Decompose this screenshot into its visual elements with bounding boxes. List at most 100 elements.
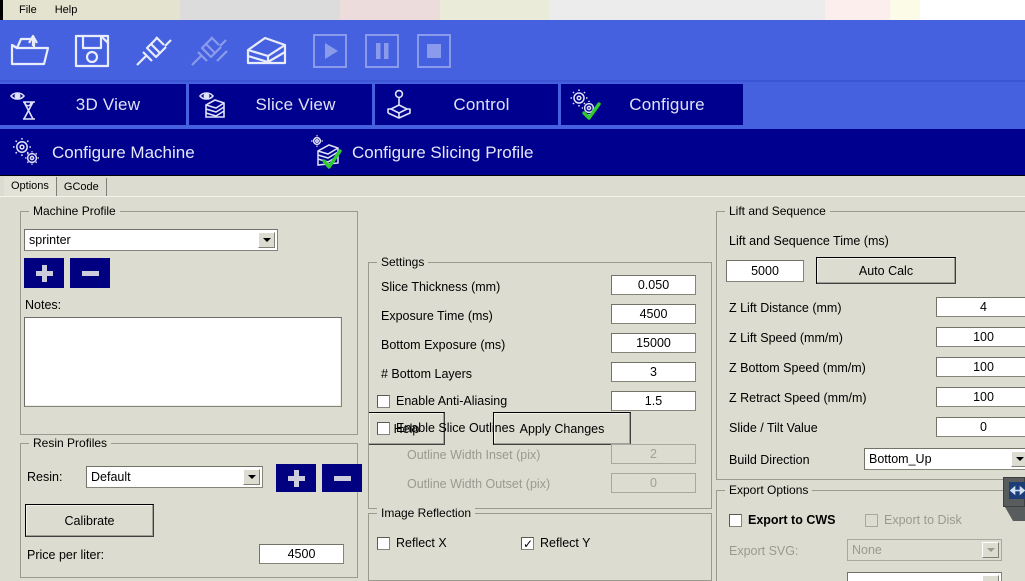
slice-thickness-input[interactable] bbox=[611, 275, 696, 295]
tab-3d-view[interactable]: 3D View bbox=[0, 84, 186, 125]
z-bottom-speed-input[interactable] bbox=[936, 357, 1025, 377]
checkbox-box bbox=[377, 395, 390, 408]
bottom-layers-input[interactable] bbox=[611, 362, 696, 382]
checkbox-box: ✓ bbox=[521, 537, 534, 550]
joystick-icon bbox=[375, 89, 423, 121]
enable-anti-aliasing-checkbox[interactable]: Enable Anti-Aliasing bbox=[377, 394, 507, 408]
export-options-group: Export Options Export to CWS Export to D… bbox=[716, 490, 1025, 581]
panel-collapse-handle[interactable] bbox=[1001, 477, 1025, 521]
pause-button bbox=[356, 28, 408, 74]
notes-label: Notes: bbox=[25, 298, 61, 312]
exposure-time-label: Exposure Time (ms) bbox=[381, 309, 493, 323]
save-file-button[interactable] bbox=[66, 28, 118, 74]
resin-profile-combo[interactable]: Default bbox=[86, 466, 263, 488]
price-per-liter-label: Price per liter: bbox=[27, 548, 104, 562]
slice-layers-icon bbox=[243, 31, 291, 71]
reflect-x-label: Reflect X bbox=[396, 536, 447, 550]
slice-check-icon bbox=[300, 135, 352, 171]
export-svg-value: None bbox=[848, 543, 982, 557]
resin-profile-value: Default bbox=[87, 470, 243, 484]
subnav-configure-machine[interactable]: Configure Machine bbox=[0, 129, 300, 176]
menu-file[interactable]: File bbox=[10, 2, 46, 19]
outline-width-inset-label: Outline Width Inset (pix) bbox=[407, 448, 540, 462]
slice-button[interactable] bbox=[241, 28, 293, 74]
enable-anti-aliasing-label: Enable Anti-Aliasing bbox=[396, 394, 507, 408]
menu-bar: File Help bbox=[0, 0, 1025, 20]
calibrate-button[interactable]: Calibrate bbox=[25, 504, 154, 537]
export-svg-combo: None bbox=[847, 539, 1002, 561]
tab-slice-view-label: Slice View bbox=[237, 95, 372, 115]
add-resin-profile-button[interactable] bbox=[276, 464, 316, 492]
build-direction-value: Bottom_Up bbox=[865, 452, 1011, 466]
outline-width-outset-label: Outline Width Outset (pix) bbox=[407, 477, 550, 491]
z-lift-speed-input[interactable] bbox=[936, 327, 1025, 347]
add-machine-profile-button[interactable] bbox=[24, 258, 64, 288]
machine-profile-value: sprinter bbox=[25, 233, 258, 247]
slide-tilt-value-input[interactable] bbox=[936, 417, 1025, 437]
z-retract-speed-input[interactable] bbox=[936, 387, 1025, 407]
floppy-save-icon bbox=[71, 31, 113, 71]
build-direction-combo[interactable]: Bottom_Up bbox=[864, 448, 1025, 470]
export-options-legend: Export Options bbox=[725, 483, 812, 497]
bottom-layers-label: # Bottom Layers bbox=[381, 367, 472, 381]
plus-icon bbox=[288, 476, 305, 481]
exposure-time-input[interactable] bbox=[611, 304, 696, 324]
left-right-arrows-icon bbox=[1009, 482, 1025, 499]
checkbox-box bbox=[729, 514, 742, 527]
primary-nav-bar: 3D View Slice View bbox=[0, 82, 1025, 128]
lift-sequence-group: Lift and Sequence Lift and Sequence Time… bbox=[716, 211, 1025, 480]
enable-slice-outlines-checkbox[interactable]: Enable Slice Outlines bbox=[377, 421, 515, 435]
anti-aliasing-value-input[interactable] bbox=[611, 391, 696, 411]
export-to-disk-checkbox: Export to Disk bbox=[865, 513, 962, 527]
handle-body bbox=[1003, 477, 1025, 507]
auto-calc-button[interactable]: Auto Calc bbox=[816, 257, 956, 284]
pause-icon bbox=[361, 31, 403, 71]
plus-icon bbox=[36, 271, 53, 276]
remove-resin-profile-button[interactable] bbox=[322, 464, 362, 492]
menu-help[interactable]: Help bbox=[46, 2, 87, 19]
tab-slice-view[interactable]: Slice View bbox=[189, 84, 372, 125]
build-direction-label: Build Direction bbox=[729, 453, 810, 467]
bottom-exposure-input[interactable] bbox=[611, 333, 696, 353]
price-per-liter-input[interactable] bbox=[259, 544, 344, 564]
reflect-y-checkbox[interactable]: ✓ Reflect Y bbox=[521, 536, 591, 550]
z-bottom-speed-label: Z Bottom Speed (mm/m) bbox=[729, 361, 866, 375]
chevron-down-icon[interactable] bbox=[243, 469, 260, 485]
checkbox-box bbox=[865, 514, 878, 527]
export-to-cws-checkbox[interactable]: Export to CWS bbox=[729, 513, 836, 527]
play-icon bbox=[309, 31, 351, 71]
chevron-down-icon[interactable] bbox=[258, 232, 275, 248]
chevron-down-icon[interactable] bbox=[982, 575, 999, 581]
secondary-nav-bar: Configure Machine Configure bbox=[0, 128, 1025, 175]
export-extra-combo[interactable] bbox=[847, 572, 1002, 581]
subnav-configure-slicing-profile[interactable]: Configure Slicing Profile bbox=[300, 129, 680, 176]
disconnect-button bbox=[183, 28, 235, 74]
z-lift-distance-input[interactable] bbox=[936, 297, 1025, 317]
machine-notes-textarea[interactable] bbox=[24, 317, 342, 407]
slice-thickness-label: Slice Thickness (mm) bbox=[381, 280, 500, 294]
reflect-x-checkbox[interactable]: Reflect X bbox=[377, 536, 447, 550]
lift-sequence-time-input[interactable] bbox=[726, 260, 804, 282]
open-file-button[interactable] bbox=[4, 28, 56, 74]
subnav-configure-machine-label: Configure Machine bbox=[52, 143, 195, 163]
checkbox-box bbox=[377, 537, 390, 550]
handle-tail bbox=[1005, 507, 1025, 521]
tab-control-label: Control bbox=[423, 95, 558, 115]
inner-tab-options[interactable]: Options bbox=[4, 177, 57, 197]
play-button bbox=[304, 28, 356, 74]
enable-slice-outlines-label: Enable Slice Outlines bbox=[396, 421, 515, 435]
eye-hourglass-icon bbox=[0, 89, 48, 121]
remove-machine-profile-button[interactable] bbox=[70, 258, 110, 288]
inner-tab-gcode[interactable]: GCode bbox=[57, 178, 107, 198]
slide-tilt-value-label: Slide / Tilt Value bbox=[729, 421, 818, 435]
resin-profiles-group: Resin Profiles Resin: Default Calibrate … bbox=[20, 443, 358, 578]
tab-control[interactable]: Control bbox=[375, 84, 558, 125]
z-retract-speed-label: Z Retract Speed (mm/m) bbox=[729, 391, 867, 405]
stop-icon bbox=[413, 31, 455, 71]
connect-button[interactable] bbox=[128, 28, 180, 74]
settings-legend: Settings bbox=[377, 255, 428, 269]
tab-configure[interactable]: Configure bbox=[561, 84, 743, 125]
chevron-down-icon bbox=[982, 542, 999, 558]
chevron-down-icon[interactable] bbox=[1011, 451, 1025, 467]
machine-profile-combo[interactable]: sprinter bbox=[24, 229, 278, 251]
